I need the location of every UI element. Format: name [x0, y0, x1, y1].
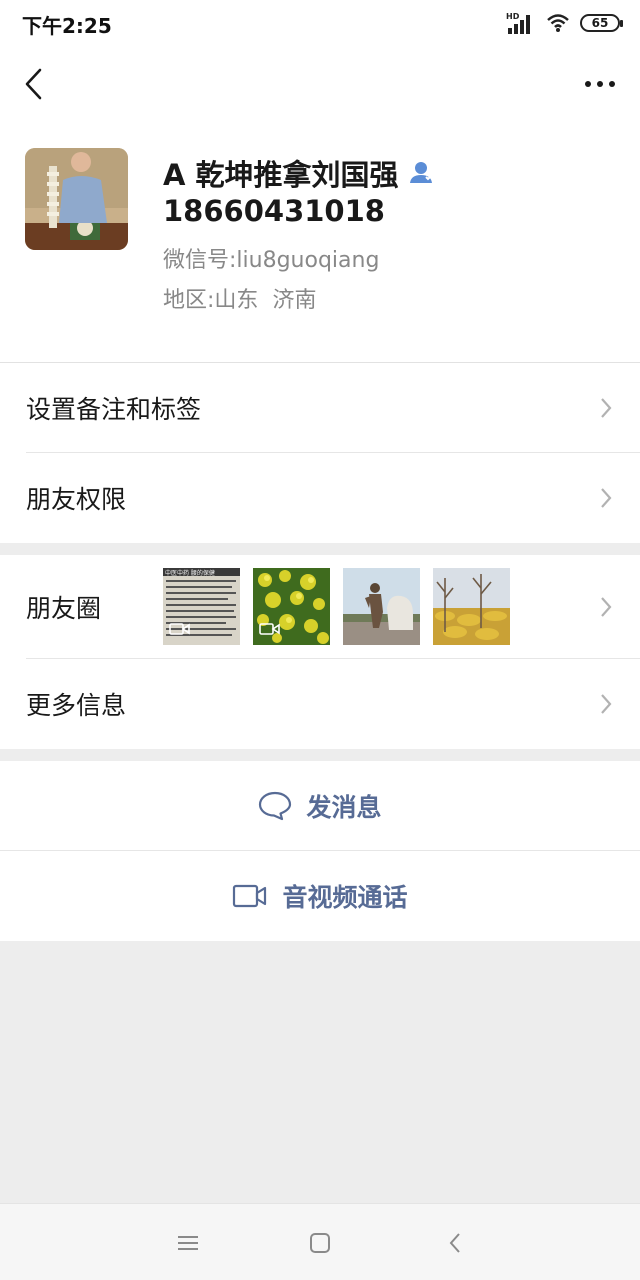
region-province: 山东	[214, 288, 259, 313]
wechat-id-value: liu8guoqiang	[236, 248, 380, 273]
send-message-button[interactable]: 发消息	[0, 761, 640, 851]
home-button[interactable]	[305, 1228, 335, 1258]
region-label: 地区:	[163, 288, 215, 313]
avatar[interactable]	[25, 148, 128, 250]
remark-tags-label: 设置备注和标签	[26, 395, 202, 424]
system-nav-bar	[0, 1203, 640, 1280]
wechat-id-label: 微信号:	[163, 248, 237, 273]
back-arrow-icon	[25, 68, 42, 100]
status-bar: 下午2:25 HD 65	[0, 0, 640, 46]
moments-thumbnail-3	[343, 568, 420, 645]
moments-label: 朋友圈	[26, 594, 102, 623]
moments-thumbnail-1: 中医中药 腰的保健	[163, 568, 240, 645]
chevron-right-icon	[601, 398, 612, 418]
settings-group: 设置备注和标签 朋友权限	[0, 362, 640, 543]
moments-thumbnail-2	[253, 568, 330, 645]
contact-phone: 18660431018	[163, 194, 385, 228]
chevron-right-icon	[601, 597, 612, 617]
more-info-row[interactable]: 更多信息	[0, 659, 640, 749]
status-icons: HD 65	[506, 11, 623, 35]
menu-icon	[178, 1236, 198, 1250]
moments-thumbnails: 中医中药 腰的保健	[163, 568, 510, 645]
signal-icon: HD	[506, 12, 530, 34]
top-nav	[0, 46, 640, 122]
chat-bubble-icon	[259, 791, 292, 820]
status-time: 下午2:25	[22, 14, 112, 38]
av-call-label: 音视频通话	[282, 883, 408, 912]
more-options-button[interactable]	[580, 64, 620, 104]
friend-permissions-label: 朋友权限	[26, 485, 127, 514]
ellipsis-icon	[585, 81, 615, 87]
back-triangle-icon	[449, 1233, 460, 1253]
video-camera-icon	[233, 884, 267, 908]
remark-tags-row[interactable]: 设置备注和标签	[0, 363, 640, 453]
back-button[interactable]	[14, 64, 54, 104]
chevron-right-icon	[601, 694, 612, 714]
region: 地区:山东 济南	[163, 282, 316, 314]
more-info-label: 更多信息	[26, 691, 127, 720]
wifi-icon	[547, 14, 569, 32]
system-back-button[interactable]	[440, 1228, 470, 1258]
region-city: 济南	[272, 288, 317, 313]
battery-indicator: 65	[580, 14, 623, 32]
contact-name: A 乾坤推拿刘国强	[163, 158, 399, 192]
avatar-photo	[25, 148, 128, 250]
network-label: HD	[506, 12, 520, 21]
verified-contact-icon	[409, 162, 434, 183]
friend-permissions-row[interactable]: 朋友权限	[0, 453, 640, 543]
profile-card: A 乾坤推拿刘国强 18660431018 微信号:liu8guoqiang 地…	[0, 122, 640, 362]
moments-group: 朋友圈 中医中药 腰的保健 更多信息	[0, 555, 640, 749]
moments-thumbnail-4	[433, 568, 510, 645]
moments-row[interactable]: 朋友圈 中医中药 腰的保健	[0, 555, 640, 659]
wechat-id: 微信号:liu8guoqiang	[163, 242, 379, 274]
thumbnail-caption: 中医中药 腰的保健	[165, 569, 215, 577]
name-row: A 乾坤推拿刘国强	[163, 152, 435, 194]
chevron-right-icon	[601, 488, 612, 508]
menu-button[interactable]	[173, 1228, 203, 1258]
home-square-icon	[310, 1233, 330, 1253]
send-message-label: 发消息	[306, 792, 382, 822]
av-call-button[interactable]: 音视频通话	[0, 851, 640, 941]
